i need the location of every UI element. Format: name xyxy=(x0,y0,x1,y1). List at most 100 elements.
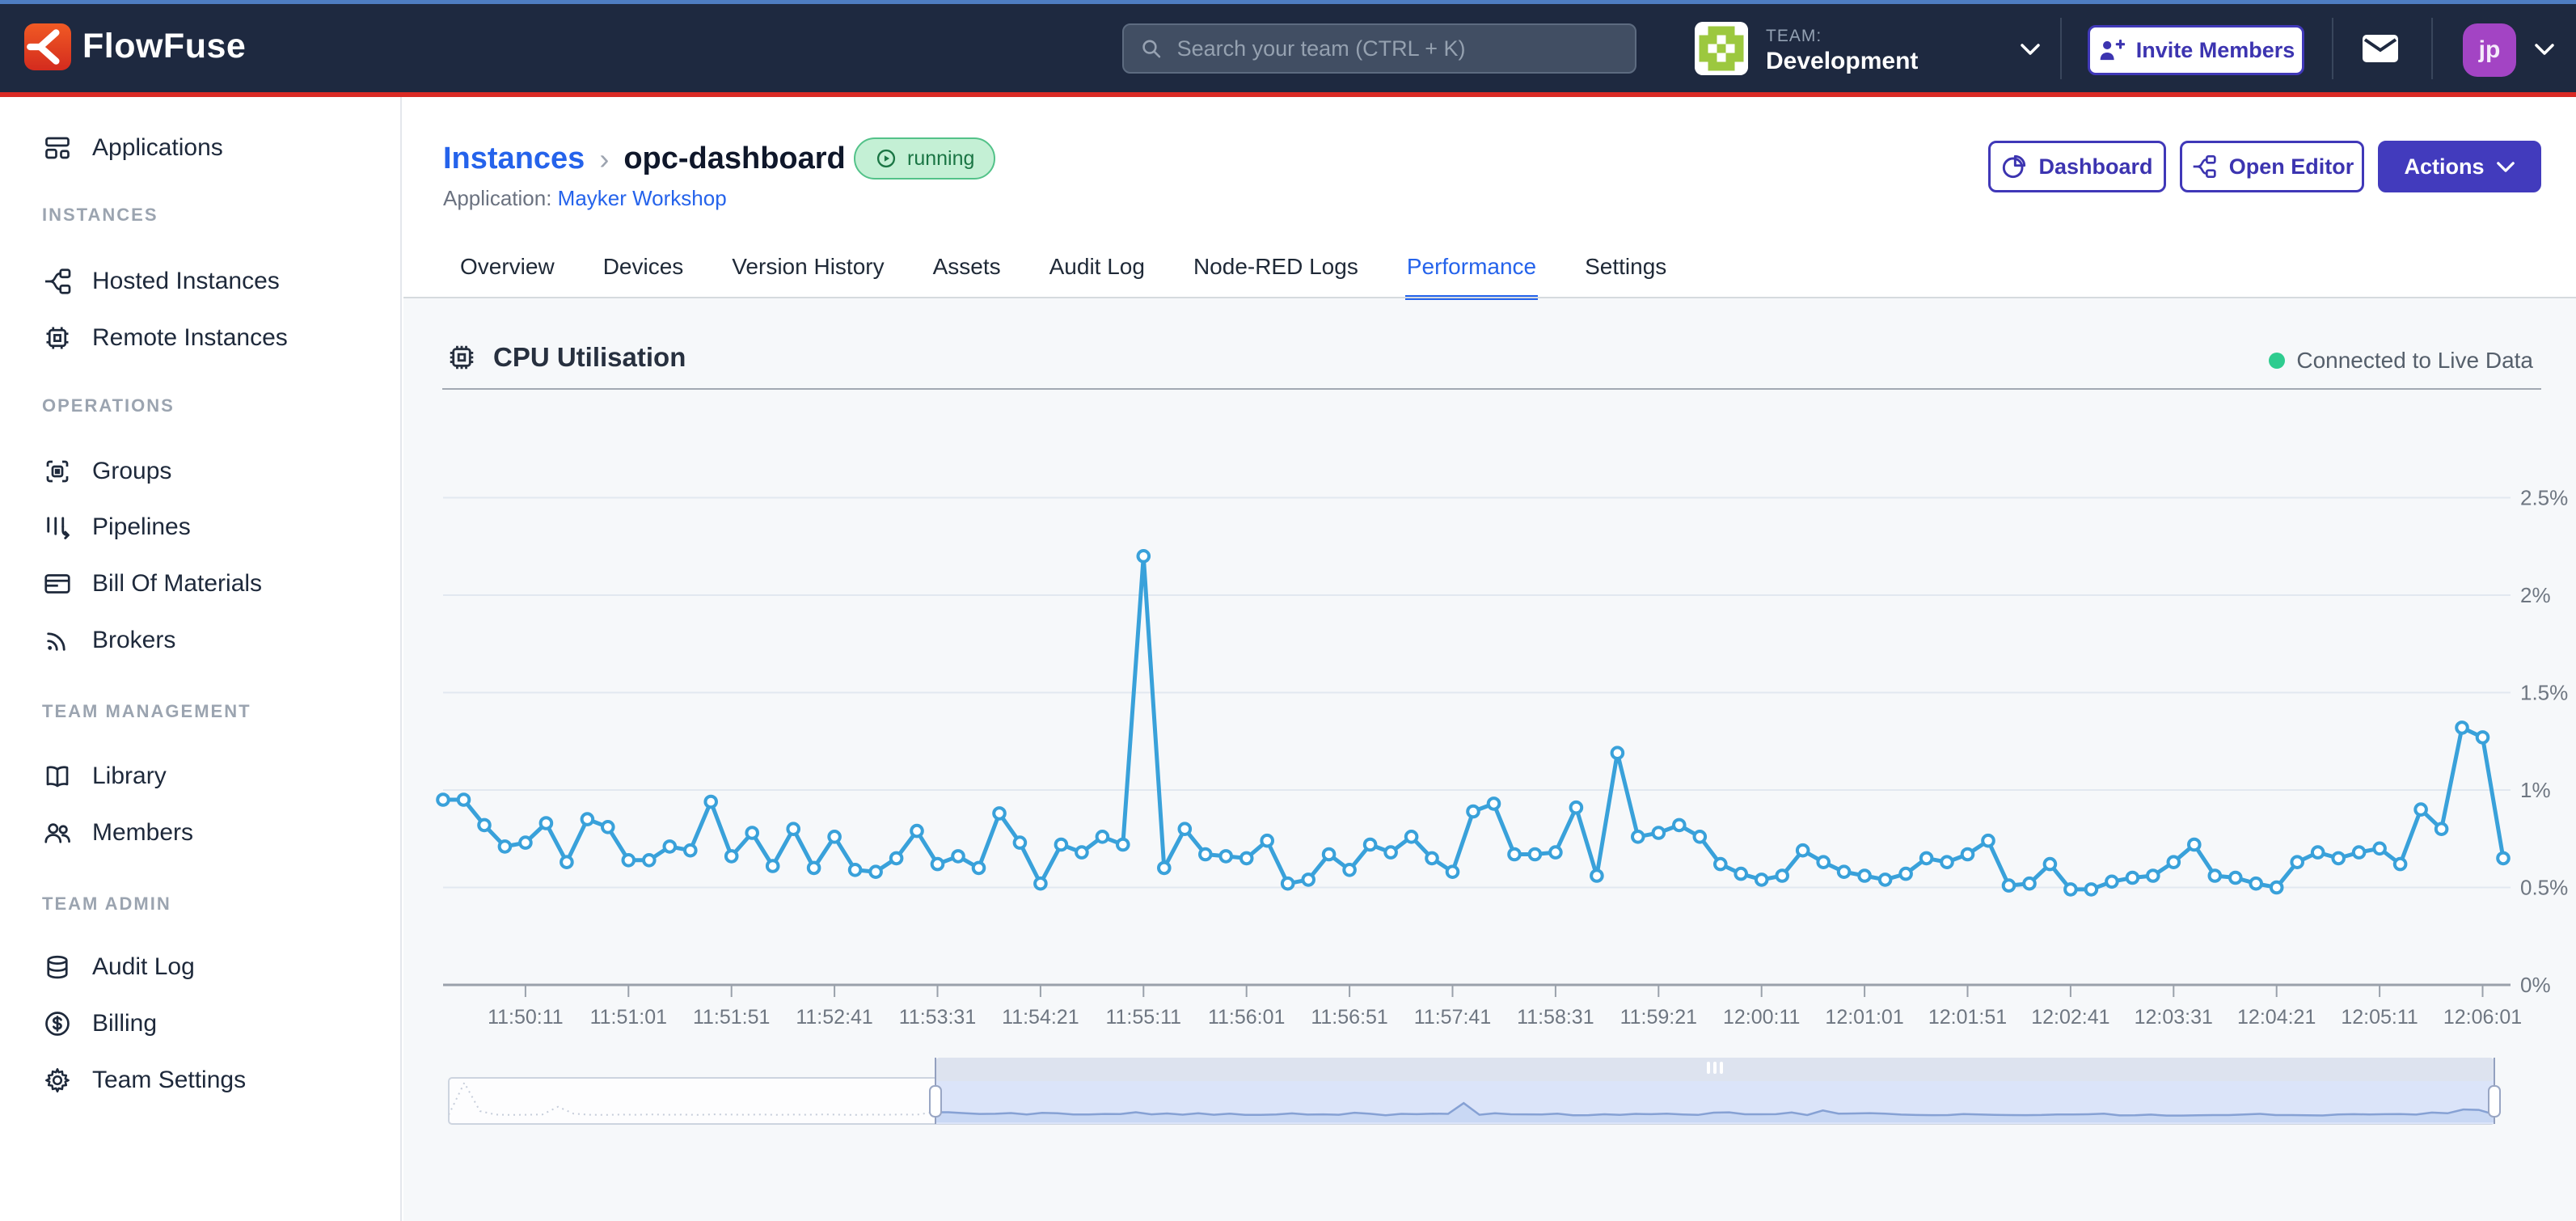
brush-grip-icon xyxy=(1713,1062,1717,1074)
data-point xyxy=(1220,851,1231,862)
y-axis-label: 0.5% xyxy=(2520,876,2568,900)
bill-of-materials-icon xyxy=(42,568,73,599)
sidebar-item-label: Remote Instances xyxy=(92,324,288,352)
sidebar-section-team-management: TEAM MANAGEMENT xyxy=(42,701,251,722)
data-point xyxy=(1880,874,1891,885)
search-input[interactable] xyxy=(1176,36,1619,62)
data-point xyxy=(2127,872,2139,884)
data-point xyxy=(2436,823,2447,834)
data-point xyxy=(479,820,490,831)
sidebar-item-bill-of-materials[interactable]: Bill Of Materials xyxy=(42,556,262,612)
data-point xyxy=(2333,853,2344,864)
sidebar-section-team-admin: TEAM ADMIN xyxy=(42,894,171,915)
data-point xyxy=(1921,853,1932,864)
x-axis-label: 11:55:11 xyxy=(1105,1006,1181,1029)
sidebar-item-members[interactable]: Members xyxy=(42,805,193,861)
groups-icon xyxy=(42,456,73,487)
cpu-utilisation-chart: 0%0.5%1%1.5%2%2.5%11:50:1111:51:0111:51:… xyxy=(403,97,2576,1221)
data-point xyxy=(1530,849,1541,860)
library-icon xyxy=(42,761,73,792)
data-point xyxy=(891,853,902,864)
data-point xyxy=(2477,732,2489,743)
sidebar-item-team-settings[interactable]: Team Settings xyxy=(42,1052,246,1109)
data-point xyxy=(2106,877,2118,888)
flowfuse-logo-icon[interactable] xyxy=(24,23,71,70)
flowfuse-app: FlowFuse TEAM: Development xyxy=(0,0,2576,1221)
sidebar-item-label: Library xyxy=(92,763,167,790)
mail-icon[interactable] xyxy=(2362,33,2399,64)
x-axis-label: 11:58:31 xyxy=(1517,1006,1594,1029)
applications-icon xyxy=(42,133,73,163)
y-axis-label: 1% xyxy=(2520,778,2551,802)
invite-members-label: Invite Members xyxy=(2136,38,2295,63)
data-point xyxy=(1983,835,1994,847)
data-point xyxy=(1241,853,1252,864)
sidebar-item-brokers[interactable]: Brokers xyxy=(42,612,175,669)
data-point xyxy=(520,837,531,848)
x-axis-label: 12:02:41 xyxy=(2031,1006,2109,1029)
x-axis-label: 11:53:31 xyxy=(899,1006,976,1029)
data-point xyxy=(602,822,614,833)
data-point xyxy=(623,855,635,866)
team-identicon-icon xyxy=(1695,22,1748,75)
user-plus-icon xyxy=(2097,37,2125,63)
data-point xyxy=(582,813,593,825)
top-navbar: FlowFuse TEAM: Development xyxy=(0,4,2576,92)
team-settings-icon xyxy=(42,1065,73,1096)
data-point xyxy=(1261,835,1273,847)
data-point xyxy=(458,794,470,805)
data-point xyxy=(1076,847,1087,858)
sidebar-item-library[interactable]: Library xyxy=(42,748,167,805)
data-point xyxy=(2210,870,2221,881)
team-chevron-down-icon[interactable] xyxy=(2020,43,2041,56)
data-point xyxy=(541,818,552,829)
team-search[interactable] xyxy=(1122,23,1636,74)
sidebar-item-billing[interactable]: Billing xyxy=(42,995,157,1052)
sidebar-item-pipelines[interactable]: Pipelines xyxy=(42,499,191,556)
data-point xyxy=(2271,882,2283,894)
data-point xyxy=(1200,849,1211,860)
data-point xyxy=(1632,831,1644,843)
data-point xyxy=(1035,878,1046,889)
data-point xyxy=(1776,870,1788,881)
x-axis-label: 12:03:31 xyxy=(2135,1006,2213,1029)
data-point xyxy=(1900,868,1911,880)
sidebar-item-label: Pipelines xyxy=(92,513,191,541)
brush-left-handle[interactable] xyxy=(930,1086,941,1117)
team-avatar[interactable] xyxy=(1695,22,1748,75)
data-point xyxy=(1695,831,1706,843)
sidebar-item-audit-log[interactable]: Audit Log xyxy=(42,939,195,995)
data-point xyxy=(2086,884,2097,895)
pipelines-icon xyxy=(42,512,73,543)
data-point xyxy=(2498,853,2509,864)
sidebar-item-label: Bill Of Materials xyxy=(92,570,262,598)
invite-members-button[interactable]: Invite Members xyxy=(2088,25,2304,75)
sidebar-item-label: Audit Log xyxy=(92,953,195,981)
data-point xyxy=(665,841,676,852)
sidebar-item-applications[interactable]: Applications xyxy=(42,120,223,176)
brand-wordmark: FlowFuse xyxy=(82,27,246,66)
sidebar-item-label: Hosted Instances xyxy=(92,268,280,295)
data-point xyxy=(1406,831,1417,843)
user-chevron-down-icon[interactable] xyxy=(2534,43,2555,56)
team-name[interactable]: Development xyxy=(1766,48,1918,75)
x-axis-label: 11:56:01 xyxy=(1208,1006,1285,1029)
sidebar-item-groups[interactable]: Groups xyxy=(42,443,171,500)
data-point xyxy=(1550,847,1561,858)
data-point xyxy=(1839,866,1850,877)
x-axis-label: 11:50:11 xyxy=(488,1006,564,1029)
data-point xyxy=(2312,847,2324,858)
user-avatar[interactable]: jp xyxy=(2463,23,2516,77)
sidebar-item-remote-instances[interactable]: Remote Instances xyxy=(42,310,288,366)
y-axis-label: 2.5% xyxy=(2520,486,2568,510)
x-axis-label: 12:01:01 xyxy=(1825,1006,1903,1029)
data-point xyxy=(1591,870,1603,881)
data-point xyxy=(1447,866,1459,877)
x-axis-label: 12:06:01 xyxy=(2443,1006,2522,1029)
brush-right-handle[interactable] xyxy=(2489,1086,2500,1117)
sidebar-item-label: Groups xyxy=(92,458,171,485)
sidebar-item-hosted-instances[interactable]: Hosted Instances xyxy=(42,253,280,310)
data-point xyxy=(2354,847,2365,858)
sidebar-item-label: Team Settings xyxy=(92,1067,246,1094)
data-point xyxy=(2045,859,2056,870)
